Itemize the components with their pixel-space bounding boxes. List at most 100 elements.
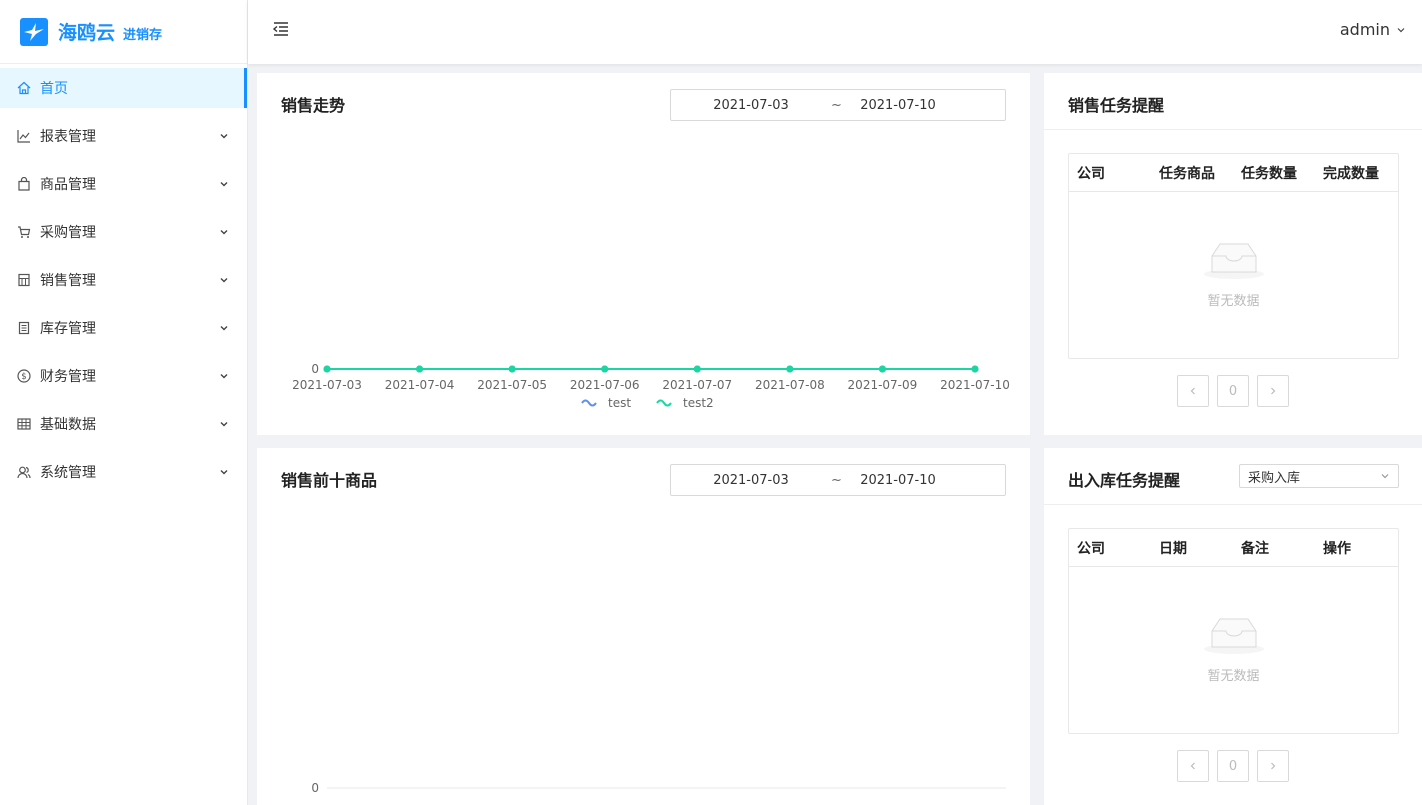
line-chart-icon [16,128,32,144]
card-title: 出入库任务提醒 [1068,471,1181,490]
shopping-bag-icon [16,176,32,192]
y-tick-label: 0 [311,362,319,376]
table-icon [16,416,32,432]
x-tick-label: 2021-07-08 [755,378,825,392]
logo[interactable]: 海鸥云 进销存 [0,0,247,64]
empty-inbox-icon [1202,238,1266,284]
chevron-right-icon [1271,762,1276,770]
card-divider [1044,129,1422,130]
chevron-down-icon [220,230,228,235]
x-tick-label: 2021-07-03 [292,378,362,392]
chevron-down-icon [220,422,228,427]
home-icon [16,80,32,96]
data-point-test2 [416,365,424,373]
sidebar-item-system[interactable]: 系统管理 [0,452,247,492]
legend-label: test2 [683,396,714,410]
column-header: 日期 [1159,540,1187,557]
list-box-icon [16,320,32,336]
sidebar-item-finance[interactable]: $ 财务管理 [0,356,247,396]
empty-text: 暂无数据 [1207,294,1260,309]
data-point-test2 [693,365,701,373]
legend-marker [656,399,672,407]
sales-trend-chart: 0 2021-07-03 2021-07-04 2021-07-05 2021-07-0… [292,362,1010,410]
table-header: 公司 任务商品 任务数量 完成数量 [1069,154,1398,192]
top10-card: 销售前十商品 2021-07-03 ~ 2021-07-10 0 [257,448,1030,805]
next-page-button[interactable] [1257,750,1289,782]
top10-chart: 0 [311,781,1006,795]
column-header: 备注 [1241,540,1269,557]
users-icon [16,464,32,480]
top-header: admin [248,0,1422,64]
calculator-icon [16,272,32,288]
legend-label: test [608,396,631,410]
sidebar-item-label: 财务管理 [40,369,96,385]
user-name: admin [1339,20,1390,39]
chevron-down-icon [1381,474,1389,479]
chevron-left-icon [1190,762,1195,770]
cart-icon [16,224,32,240]
sales-task-card: 销售任务提醒 公司 任务商品 任务数量 完成数量 暂无数据 0 [1044,73,1422,435]
user-menu[interactable]: admin [1340,20,1406,39]
chevron-right-icon [1271,387,1276,395]
data-point-test2 [508,365,516,373]
chevron-left-icon [1190,387,1195,395]
data-point-test2 [601,365,609,373]
x-tick-label: 2021-07-09 [848,378,918,392]
sidebar-item-reports[interactable]: 报表管理 [0,116,247,156]
x-tick-label: 2021-07-05 [477,378,547,392]
sidebar-item-sales[interactable]: 销售管理 [0,260,247,300]
x-tick-label: 2021-07-04 [385,378,455,392]
x-tick-label: 2021-07-06 [570,378,640,392]
pagination: 0 [1177,375,1289,407]
sidebar-item-label: 销售管理 [40,273,96,289]
pagination: 0 [1177,750,1289,782]
y-tick-label: 0 [311,781,319,795]
empty-inbox-icon [1202,613,1266,659]
column-header: 任务商品 [1159,165,1215,182]
chevron-down-icon [220,278,228,283]
sidebar: 海鸥云 进销存 首页 报表管理 商品管理 采购管理 销售管理 库存管理 $ 财务… [0,0,248,805]
data-point-test2 [971,365,979,373]
column-header: 操作 [1323,540,1351,557]
next-page-button[interactable] [1257,375,1289,407]
stock-type-select[interactable]: 采购入库 [1239,464,1399,488]
stock-task-card: 出入库任务提醒 采购入库 公司 日期 备注 操作 暂无数据 0 [1044,448,1422,805]
chevron-down-icon [220,326,228,331]
sales-task-table: 公司 任务商品 任务数量 完成数量 暂无数据 [1068,153,1399,359]
sidebar-item-label: 首页 [40,81,68,97]
column-header: 任务数量 [1241,165,1297,182]
sidebar-item-label: 系统管理 [40,465,96,481]
page-number[interactable]: 0 [1217,750,1249,782]
x-tick-label: 2021-07-10 [940,378,1010,392]
chevron-down-icon [220,134,228,139]
menu-fold-icon[interactable] [272,20,290,42]
sidebar-item-basedata[interactable]: 基础数据 [0,404,247,444]
prev-page-button[interactable] [1177,750,1209,782]
seagull-logo-icon [20,17,48,46]
select-value: 采购入库 [1248,470,1301,486]
sidebar-item-label: 商品管理 [40,177,96,193]
sidebar-item-inventory[interactable]: 库存管理 [0,308,247,348]
chevron-down-icon [220,182,228,187]
sidebar-item-label: 库存管理 [40,321,96,337]
stock-task-table: 公司 日期 备注 操作 暂无数据 [1068,528,1399,734]
table-header: 公司 日期 备注 操作 [1069,529,1398,567]
data-point-test2 [786,365,794,373]
data-point-test2 [323,365,331,373]
sidebar-item-purchase[interactable]: 采购管理 [0,212,247,252]
chevron-down-icon [220,374,228,379]
column-header: 公司 [1077,165,1105,182]
sidebar-item-label: 报表管理 [40,129,96,145]
prev-page-button[interactable] [1177,375,1209,407]
chevron-down-icon [220,470,228,475]
dollar-icon: $ [16,368,32,384]
sidebar-item-home[interactable]: 首页 [0,68,247,108]
page-number[interactable]: 0 [1217,375,1249,407]
app-subtitle: 进销存 [123,28,163,43]
svg-text:$: $ [21,372,26,382]
sidebar-item-label: 基础数据 [40,417,96,433]
card-divider [1044,504,1422,505]
column-header: 公司 [1077,540,1105,557]
sidebar-item-products[interactable]: 商品管理 [0,164,247,204]
column-header: 完成数量 [1323,165,1379,182]
